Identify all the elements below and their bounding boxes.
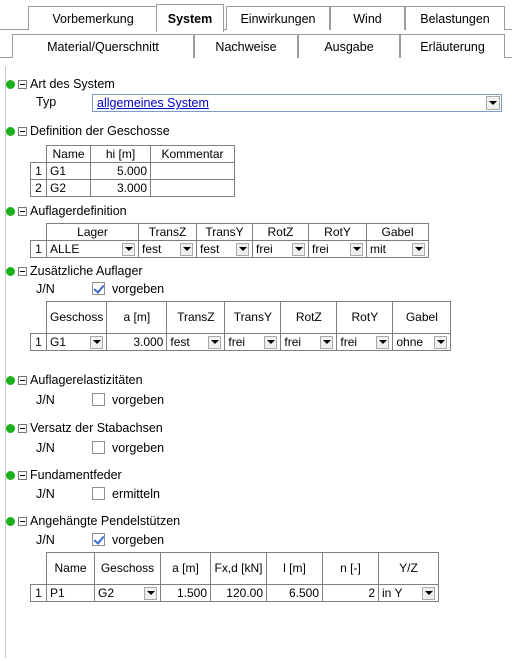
tab-wind[interactable]: Wind (330, 6, 405, 30)
status-dot-icon (6, 375, 15, 385)
section-art[interactable]: Art des System (6, 75, 506, 93)
typ-value: allgemeines System (97, 96, 209, 110)
status-dot-icon (6, 266, 15, 276)
col-header: Name (46, 145, 91, 163)
checkbox-label: vorgeben (112, 393, 165, 407)
tab-row-1: Vorbemerkung System Einwirkungen Wind Be… (0, 4, 512, 32)
zus-auflager-checkbox[interactable] (92, 282, 105, 295)
section-title: Definition der Geschosse (30, 124, 170, 138)
collapse-icon[interactable] (18, 423, 27, 433)
fundament-checkbox[interactable] (92, 487, 105, 500)
chevron-down-icon[interactable] (486, 96, 500, 110)
tab-material-querschnitt[interactable]: Material/Querschnitt (12, 34, 194, 58)
jn-label: J/N (36, 393, 55, 407)
status-dot-icon (6, 126, 15, 136)
pendel-table: Name Geschoss a [m] Fx,d [kN] l [m] n [-… (30, 552, 439, 602)
auflager-table: Lager TransZ TransY RotZ RotY Gabel 1 AL… (30, 223, 429, 258)
table-row[interactable]: 1 G1 3.000 fest frei frei frei ohne (30, 333, 452, 351)
section-title: Art des System (30, 77, 115, 91)
chevron-down-icon[interactable] (180, 242, 193, 256)
status-dot-icon (6, 423, 15, 433)
section-pendel[interactable]: Angehängte Pendelstützen (6, 512, 506, 530)
tab-ausgabe[interactable]: Ausgabe (298, 34, 400, 58)
section-versatz[interactable]: Versatz der Stabachsen (6, 419, 506, 437)
chevron-down-icon[interactable] (292, 242, 305, 256)
collapse-icon[interactable] (18, 470, 27, 480)
chevron-down-icon[interactable] (320, 335, 334, 349)
tab-nachweise[interactable]: Nachweise (194, 34, 298, 58)
chevron-down-icon[interactable] (376, 335, 390, 349)
status-dot-icon (6, 470, 15, 480)
section-title: Zusätzliche Auflager (30, 264, 143, 278)
collapse-icon[interactable] (18, 516, 27, 526)
pendel-checkbox[interactable] (92, 533, 105, 546)
col-header: hi [m] (90, 145, 151, 163)
table-row[interactable]: 2 G2 3.000 (30, 179, 235, 197)
geschosse-table: Name hi [m] Kommentar 1 G1 5.000 2 G2 3.… (30, 145, 235, 197)
chevron-down-icon[interactable] (122, 242, 135, 256)
tab-system[interactable]: System (156, 4, 224, 32)
section-geschosse[interactable]: Definition der Geschosse (6, 122, 506, 140)
chevron-down-icon[interactable] (90, 335, 104, 349)
jn-label: J/N (36, 441, 55, 455)
checkbox-label: vorgeben (112, 282, 165, 296)
chevron-down-icon[interactable] (434, 335, 448, 349)
tab-bar: Vorbemerkung System Einwirkungen Wind Be… (0, 0, 512, 64)
typ-dropdown[interactable]: allgemeines System (92, 94, 502, 112)
section-fundament[interactable]: Fundamentfeder (6, 466, 506, 484)
section-elast[interactable]: Auflagerelastizitäten (6, 371, 506, 389)
chevron-down-icon[interactable] (350, 242, 363, 256)
system-panel: Art des System Typ allgemeines System De… (5, 66, 509, 658)
jn-label: J/N (36, 533, 55, 547)
section-auflager[interactable]: Auflagerdefinition (6, 202, 506, 220)
jn-label: J/N (36, 487, 55, 501)
status-dot-icon (6, 206, 15, 216)
status-dot-icon (6, 516, 15, 526)
chevron-down-icon[interactable] (208, 335, 222, 349)
collapse-icon[interactable] (18, 206, 27, 216)
collapse-icon[interactable] (18, 126, 27, 136)
collapse-icon[interactable] (18, 266, 27, 276)
zus-auflager-table: Geschoss a [m] TransZ TransY RotZ RotY G… (30, 301, 452, 351)
table-row[interactable]: 1 G1 5.000 (30, 162, 235, 180)
col-header: Kommentar (150, 145, 235, 163)
versatz-checkbox[interactable] (92, 441, 105, 454)
jn-label: J/N (36, 282, 55, 296)
checkbox-label: vorgeben (112, 533, 165, 547)
collapse-icon[interactable] (18, 375, 27, 385)
typ-label: Typ (36, 95, 57, 109)
section-title: Auflagerdefinition (30, 204, 127, 218)
tab-row-2: Material/Querschnitt Nachweise Ausgabe E… (0, 34, 512, 60)
chevron-down-icon[interactable] (264, 335, 278, 349)
tab-einwirkungen[interactable]: Einwirkungen (226, 6, 330, 30)
tab-erlaeuterung[interactable]: Erläuterung (400, 34, 505, 58)
chevron-down-icon[interactable] (412, 242, 425, 256)
section-title: Fundamentfeder (30, 468, 122, 482)
section-title: Versatz der Stabachsen (30, 421, 163, 435)
checkbox-label: ermitteln (112, 487, 160, 501)
checkbox-label: vorgeben (112, 441, 165, 455)
collapse-icon[interactable] (18, 79, 27, 89)
chevron-down-icon[interactable] (236, 242, 249, 256)
section-title: Angehängte Pendelstützen (30, 514, 181, 528)
section-zus-auflager[interactable]: Zusätzliche Auflager (6, 262, 506, 280)
table-row[interactable]: 1 P1 G2 1.500 120.00 6.500 2 in Y (30, 584, 439, 602)
status-dot-icon (6, 79, 15, 89)
tab-vorbemerkung[interactable]: Vorbemerkung (28, 6, 158, 30)
chevron-down-icon[interactable] (422, 586, 435, 600)
elast-checkbox[interactable] (92, 393, 105, 406)
tab-belastungen[interactable]: Belastungen (405, 6, 505, 30)
section-title: Auflagerelastizitäten (30, 373, 143, 387)
table-row[interactable]: 1 ALLE fest fest frei frei mit (30, 240, 429, 258)
chevron-down-icon[interactable] (144, 586, 157, 600)
